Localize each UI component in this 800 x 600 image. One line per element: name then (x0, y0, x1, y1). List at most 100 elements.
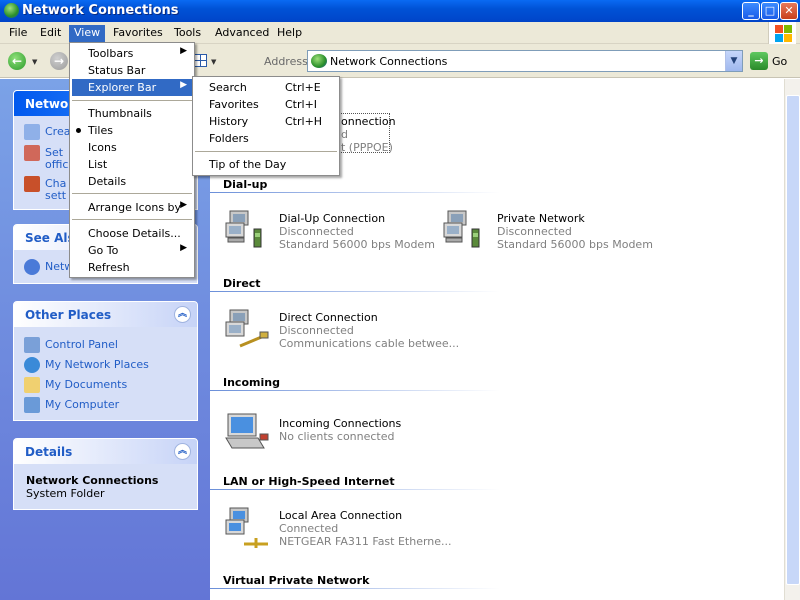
menu-item-tiles[interactable]: Tiles (72, 122, 192, 139)
tile-name: Dial-Up Connection (279, 212, 386, 225)
menu-item-list[interactable]: List (72, 156, 192, 173)
group-divider (210, 192, 500, 193)
close-button[interactable]: ✕ (780, 2, 798, 20)
menu-item-toolbars[interactable]: Toolbars ▶ (72, 45, 192, 62)
view-menu: Toolbars ▶ Status Bar Explorer Bar ▶ Thumb… (69, 42, 195, 278)
menu-item-details[interactable]: Details (72, 173, 192, 190)
menu-item-arrange-icons[interactable]: Arrange Icons by ▶ (72, 199, 192, 216)
menu-item-shortcut: Ctrl+I (285, 98, 318, 111)
control-panel-label[interactable]: Control Panel (45, 338, 118, 351)
settings-label[interactable]: sett (45, 189, 66, 202)
firewall-icon (24, 176, 40, 192)
group-divider (210, 588, 500, 589)
menu-view[interactable]: View (69, 25, 106, 42)
menu-advanced[interactable]: Advanced (210, 25, 274, 42)
collapse-chevron-icon[interactable]: ︽ (174, 306, 191, 323)
maximize-button[interactable]: □ (761, 2, 779, 20)
go-button[interactable]: Go (772, 55, 787, 68)
tile-status: Disconnected (279, 324, 354, 337)
my-computer-label[interactable]: My Computer (45, 398, 119, 411)
go-arrow-icon[interactable]: → (750, 52, 768, 70)
back-dropdown-icon[interactable]: ▼ (32, 58, 37, 66)
submenu-item-tip-of-the-day[interactable]: Tip of the Day (195, 156, 337, 173)
details-title: Details (25, 445, 73, 459)
window-title: Network Connections (22, 3, 179, 18)
radio-bullet-icon (76, 128, 81, 133)
home-network-icon (24, 145, 40, 161)
menu-item-label: Tip of the Day (209, 158, 287, 171)
menu-item-label: Go To (88, 244, 119, 257)
views-dropdown-icon[interactable]: ▼ (211, 58, 216, 66)
back-button[interactable]: ← (8, 52, 26, 70)
menu-item-icons[interactable]: Icons (72, 139, 192, 156)
submenu-item-history[interactable]: History Ctrl+H (195, 113, 337, 130)
menu-item-refresh[interactable]: Refresh (72, 259, 192, 276)
network-places-icon (24, 357, 40, 373)
tile-status: d (341, 128, 348, 141)
office-label[interactable]: offic (45, 158, 68, 171)
group-header-vpn: Virtual Private Network (223, 574, 370, 587)
menu-item-label: Favorites (209, 98, 259, 111)
my-computer-link[interactable]: My Computer (24, 397, 119, 413)
dialup-connection-icon (225, 210, 262, 248)
my-documents-link[interactable]: My Documents (24, 377, 127, 393)
my-network-places-label[interactable]: My Network Places (45, 358, 149, 371)
menu-item-label: Search (209, 81, 247, 94)
menu-item-status-bar[interactable]: Status Bar (72, 62, 192, 79)
collapse-chevron-icon[interactable]: ︽ (174, 443, 191, 460)
menu-separator (72, 100, 192, 101)
new-connection-icon (24, 124, 40, 140)
menu-item-choose-details[interactable]: Choose Details... (72, 225, 192, 242)
back-arrow-icon: ← (11, 54, 23, 68)
submenu-item-folders[interactable]: Folders (195, 130, 337, 147)
menu-item-explorer-bar[interactable]: Explorer Bar ▶ (72, 79, 192, 96)
submenu-item-search[interactable]: Search Ctrl+E (195, 79, 337, 96)
my-network-places-link[interactable]: My Network Places (24, 357, 149, 373)
menu-item-label: Status Bar (88, 64, 146, 77)
menu-item-label: Icons (88, 141, 117, 154)
menu-item-go-to[interactable]: Go To ▶ (72, 242, 192, 259)
menu-item-shortcut: Ctrl+H (285, 115, 323, 128)
dialup-connection-icon (443, 210, 480, 248)
details-header[interactable]: Details ︽ (14, 439, 197, 464)
forward-button[interactable]: → (50, 52, 68, 70)
menu-tools[interactable]: Tools (169, 25, 206, 42)
scrollbar-thumb[interactable] (786, 95, 800, 585)
menu-help[interactable]: Help (272, 25, 307, 42)
menu-separator (195, 151, 337, 152)
other-places-panel: Other Places ︽ Control Panel My Network … (13, 301, 198, 421)
other-places-header[interactable]: Other Places ︽ (14, 302, 197, 327)
group-header-dialup: Dial-up (223, 178, 268, 191)
create-connection-label[interactable]: Crea (45, 125, 70, 138)
tile-name: Incoming Connections (279, 417, 402, 430)
submenu-arrow-icon: ▶ (180, 46, 187, 56)
address-bar[interactable]: Network Connections ▼ (307, 50, 743, 72)
tile-device: t (PPPOE) (341, 141, 393, 154)
create-connection-link[interactable]: Crea (24, 124, 70, 140)
my-documents-label[interactable]: My Documents (45, 378, 127, 391)
views-icon[interactable] (194, 54, 207, 67)
incoming-connections-icon (225, 413, 269, 449)
tile-device: Communications cable betwee... (279, 337, 460, 350)
submenu-item-favorites[interactable]: Favorites Ctrl+I (195, 96, 337, 113)
menu-item-label: Details (88, 175, 127, 188)
details-panel: Details ︽ Network Connections System Fol… (13, 438, 198, 510)
control-panel-link[interactable]: Control Panel (24, 337, 118, 353)
tile-device: Standard 56000 bps Modem (497, 238, 653, 251)
menu-item-label: Explorer Bar (88, 81, 157, 94)
minimize-button[interactable]: _ (742, 2, 760, 20)
menu-item-label: Choose Details... (88, 227, 181, 240)
vertical-scrollbar[interactable] (784, 79, 800, 600)
menu-item-label: Tiles (88, 124, 113, 137)
submenu-arrow-icon: ▶ (180, 243, 187, 253)
tile-status: Connected (279, 522, 339, 535)
address-text[interactable]: Network Connections (330, 55, 447, 68)
network-troubleshooter-link[interactable]: Netw (24, 259, 73, 275)
menu-item-thumbnails[interactable]: Thumbnails (72, 105, 192, 122)
address-dropdown-icon[interactable]: ▼ (725, 51, 742, 71)
group-divider (210, 291, 500, 292)
menu-edit[interactable]: Edit (35, 25, 66, 42)
menu-item-label: History (209, 115, 249, 128)
menu-favorites[interactable]: Favorites (108, 25, 168, 42)
menu-file[interactable]: File (4, 25, 32, 42)
